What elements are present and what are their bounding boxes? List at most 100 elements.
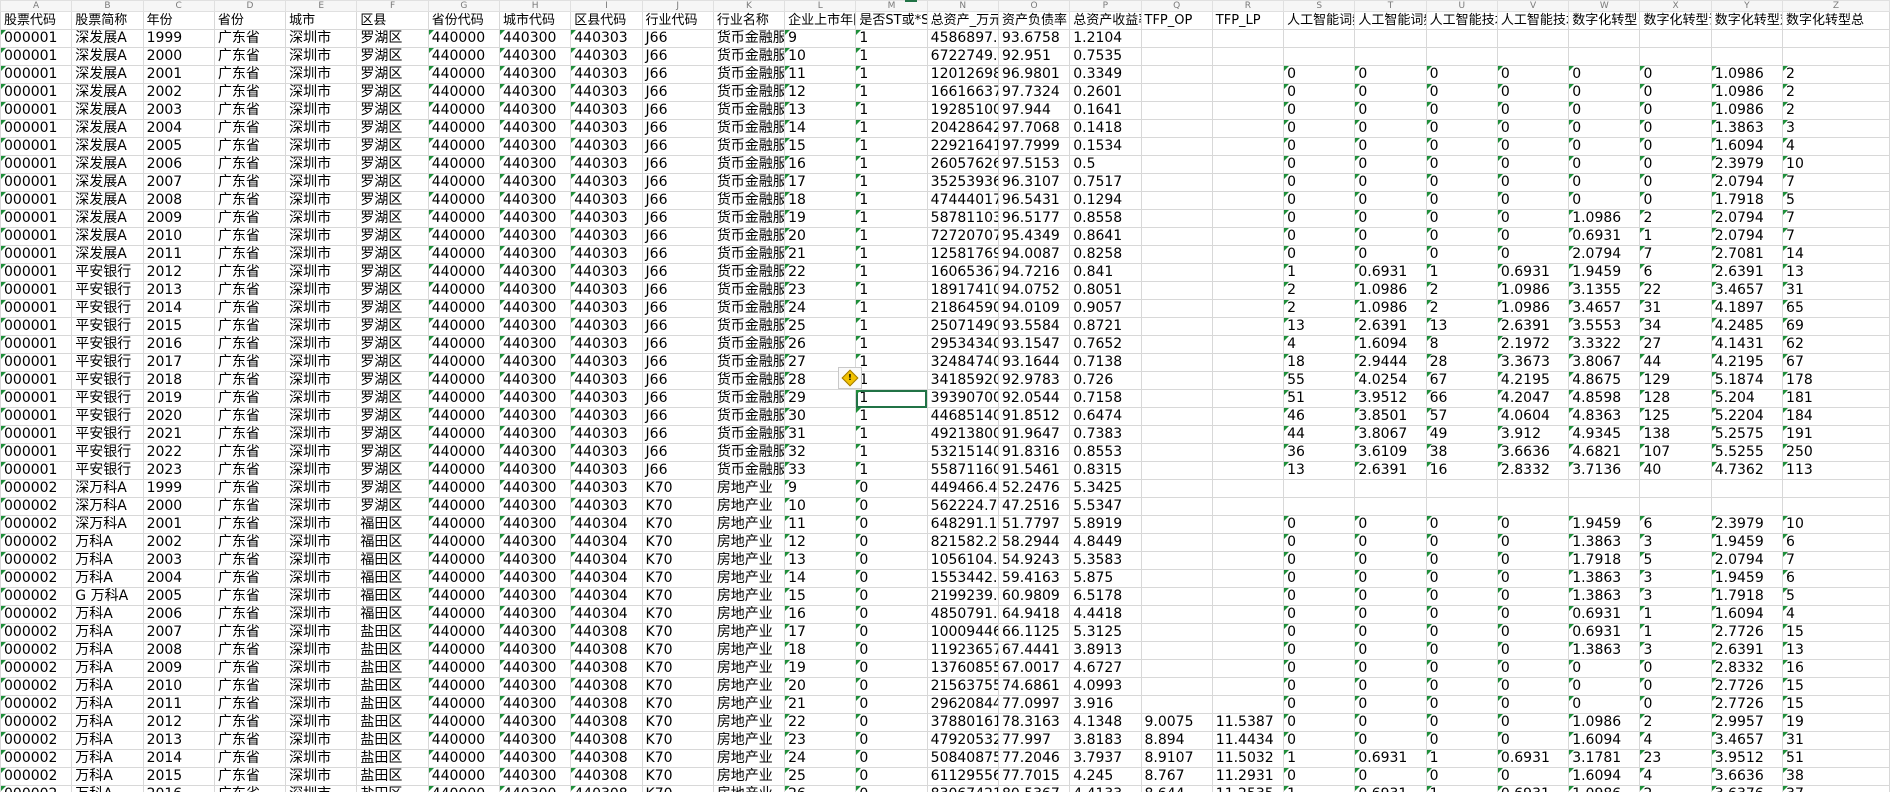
cell[interactable]: 0: [855, 479, 928, 498]
cell[interactable]: 广东省: [213, 335, 287, 354]
cell[interactable]: 0.6474: [1069, 407, 1142, 426]
cell[interactable]: 房地产业: [712, 623, 786, 642]
cell[interactable]: 77.2046: [997, 749, 1071, 768]
cell[interactable]: [1639, 479, 1712, 498]
cell[interactable]: K70: [641, 587, 714, 606]
cell[interactable]: 房地产业: [712, 605, 786, 624]
cell[interactable]: 000001: [0, 353, 73, 372]
cell[interactable]: 0: [1496, 245, 1570, 264]
cell[interactable]: 1: [855, 191, 928, 210]
cell[interactable]: 16: [1782, 659, 1890, 678]
cell[interactable]: 3.1781: [1568, 749, 1641, 768]
cell[interactable]: [1211, 65, 1285, 84]
cell[interactable]: 000001: [0, 173, 73, 192]
cell[interactable]: 0: [1568, 659, 1641, 678]
cell[interactable]: 000001: [0, 47, 73, 66]
cell[interactable]: 0: [855, 749, 928, 768]
cell[interactable]: 货币金融服务: [712, 47, 786, 66]
cell[interactable]: 0.6931: [1496, 749, 1570, 768]
cell[interactable]: [1211, 119, 1285, 138]
cell[interactable]: [1211, 497, 1285, 516]
cell[interactable]: 93.6758: [997, 29, 1071, 48]
cell[interactable]: 27: [1639, 335, 1712, 354]
cell[interactable]: 0: [1568, 83, 1641, 102]
cell[interactable]: 货币金融服务: [712, 281, 786, 300]
cell[interactable]: 深圳市: [285, 317, 358, 336]
cell[interactable]: 广东省: [213, 101, 287, 120]
cell[interactable]: 96.5431: [997, 191, 1071, 210]
cell[interactable]: 000001: [0, 65, 73, 84]
cell[interactable]: 47920532.0: [926, 731, 999, 750]
cell[interactable]: 440300: [498, 29, 572, 48]
cell[interactable]: 58.2944: [997, 533, 1071, 552]
cell[interactable]: 0.7383: [1069, 425, 1142, 444]
cell[interactable]: 93.1644: [997, 353, 1071, 372]
cell[interactable]: 0.1418: [1069, 119, 1142, 138]
cell[interactable]: 0: [1496, 533, 1570, 552]
cell[interactable]: 深圳市: [285, 425, 358, 444]
cell[interactable]: 0: [1496, 227, 1570, 246]
cell[interactable]: 广东省: [213, 533, 287, 552]
cell[interactable]: 广东省: [213, 371, 287, 390]
cell[interactable]: 558711600.0: [926, 461, 999, 480]
cell[interactable]: 181: [1782, 389, 1890, 408]
cell[interactable]: 3.1355: [1568, 281, 1641, 300]
column-letter[interactable]: O: [997, 0, 1071, 12]
cell[interactable]: 2017: [142, 353, 215, 372]
cell[interactable]: [1211, 281, 1285, 300]
cell[interactable]: [1211, 317, 1285, 336]
cell[interactable]: 罗湖区: [356, 317, 429, 336]
cell[interactable]: 324847400.0: [926, 353, 999, 372]
cell[interactable]: 000001: [0, 443, 73, 462]
cell[interactable]: 2.7726: [1710, 677, 1784, 696]
cell[interactable]: 0: [1425, 65, 1498, 84]
cell[interactable]: 2.0794: [1710, 551, 1784, 570]
cell[interactable]: 22: [1639, 281, 1712, 300]
cell[interactable]: 11.5032: [1211, 749, 1285, 768]
cell[interactable]: 0: [1354, 119, 1427, 138]
cell[interactable]: 6: [1782, 533, 1890, 552]
cell[interactable]: 1: [1425, 263, 1498, 282]
cell[interactable]: 0: [1354, 767, 1427, 786]
header-cell[interactable]: 城市代码: [498, 11, 572, 30]
cell[interactable]: 3.4657: [1710, 281, 1784, 300]
cell[interactable]: 0: [855, 515, 928, 534]
cell[interactable]: 0: [1496, 65, 1570, 84]
cell[interactable]: J66: [641, 317, 714, 336]
cell[interactable]: 4.1897: [1710, 299, 1784, 318]
cell[interactable]: 0: [855, 605, 928, 624]
cell[interactable]: 货币金融服务: [712, 65, 786, 84]
cell[interactable]: 0: [1639, 101, 1712, 120]
column-letter[interactable]: P: [1069, 0, 1142, 12]
cell[interactable]: 80.5367: [997, 785, 1071, 792]
cell[interactable]: 440000: [427, 137, 500, 156]
cell[interactable]: 440300: [498, 191, 572, 210]
cell[interactable]: 4.245: [1069, 767, 1142, 786]
cell[interactable]: 广东省: [213, 389, 287, 408]
column-letter[interactable]: B: [71, 0, 144, 12]
cell[interactable]: [1211, 173, 1285, 192]
cell[interactable]: 0: [1354, 605, 1427, 624]
cell[interactable]: 福田区: [356, 587, 429, 606]
cell[interactable]: 0: [1496, 731, 1570, 750]
cell[interactable]: 440000: [427, 587, 500, 606]
cell[interactable]: 福田区: [356, 605, 429, 624]
cell[interactable]: 440304: [570, 569, 643, 588]
cell[interactable]: 8.767: [1140, 767, 1213, 786]
cell[interactable]: 货币金融服务: [712, 173, 786, 192]
cell[interactable]: 0: [855, 785, 928, 792]
cell[interactable]: 深发展A: [71, 119, 144, 138]
cell[interactable]: 房地产业: [712, 749, 786, 768]
cell[interactable]: 深圳市: [285, 335, 358, 354]
cell[interactable]: 1.0986: [1354, 281, 1427, 300]
cell[interactable]: 0: [1354, 191, 1427, 210]
cell[interactable]: 000002: [0, 695, 73, 714]
cell[interactable]: 1.0986: [1496, 299, 1570, 318]
cell[interactable]: 440300: [498, 389, 572, 408]
cell[interactable]: 4.4133: [1069, 785, 1142, 792]
cell[interactable]: 000001: [0, 155, 73, 174]
cell[interactable]: 平安银行: [71, 461, 144, 480]
cell[interactable]: 440300: [498, 623, 572, 642]
cell[interactable]: 深圳市: [285, 749, 358, 768]
cell[interactable]: K70: [641, 551, 714, 570]
